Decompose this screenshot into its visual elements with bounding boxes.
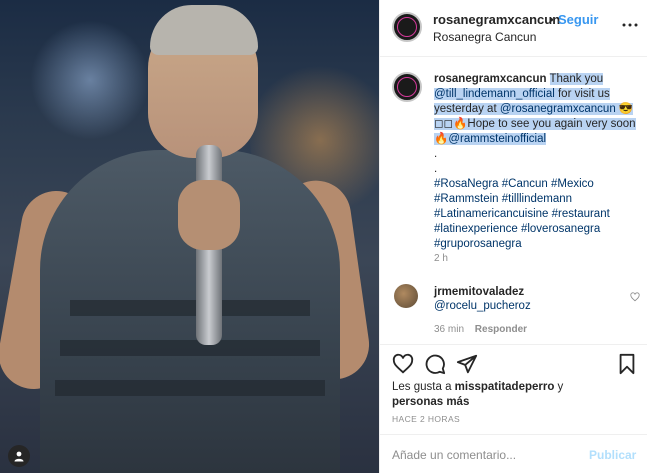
- user-silhouette-icon: [14, 451, 24, 462]
- logo-ring: [397, 77, 417, 97]
- follow-button[interactable]: Seguir: [558, 12, 598, 27]
- mention-link[interactable]: @rosanegramxcancun: [500, 103, 616, 115]
- caption-dot: .: [434, 163, 438, 175]
- performer-hand: [178, 180, 240, 250]
- action-bar: [380, 344, 647, 380]
- post-side-panel: rosanegramxcancun • Seguir Rosanegra Can…: [379, 0, 647, 473]
- vest-strap: [60, 340, 320, 356]
- performer-hair: [150, 5, 258, 55]
- vest-strap: [70, 300, 310, 316]
- separator-dot: •: [549, 12, 554, 27]
- mention-link[interactable]: @rammsteinofficial: [448, 133, 546, 145]
- hashtag-line[interactable]: #gruporosanegra: [434, 238, 522, 250]
- hashtag-line[interactable]: #latinexperience #loverosanegra: [434, 223, 600, 235]
- caption-username[interactable]: rosanegramxcancun: [434, 73, 547, 85]
- publish-button[interactable]: Publicar: [589, 448, 636, 462]
- hashtag-line[interactable]: #Latinamericancuisine #restaurant: [434, 208, 610, 220]
- comment-mention[interactable]: @rocelu_pucheroz: [434, 300, 531, 312]
- caption-dot: .: [434, 148, 438, 160]
- comment-meta: 36 min Responder: [434, 324, 527, 335]
- add-comment-input[interactable]: [392, 445, 582, 465]
- likes-others-link[interactable]: personas más: [392, 396, 469, 408]
- post-header: rosanegramxcancun • Seguir Rosanegra Can…: [380, 0, 647, 57]
- more-options-icon[interactable]: [622, 14, 638, 32]
- likes-prefix: Les gusta a: [392, 381, 455, 393]
- post-date[interactable]: HACE 2 HORAS: [392, 414, 460, 424]
- comment-timestamp[interactable]: 36 min: [434, 324, 464, 335]
- vest-strap: [55, 380, 325, 396]
- commenter-username[interactable]: jrmemitovaladez: [434, 286, 524, 298]
- like-heart-icon[interactable]: [392, 353, 414, 375]
- commenter-avatar[interactable]: [394, 284, 418, 308]
- caption-text: rosanegramxcancun Thank you @till_lindem…: [434, 72, 640, 252]
- comment-bubble-icon[interactable]: [424, 353, 446, 375]
- location-link[interactable]: Rosanegra Cancun: [433, 30, 536, 44]
- caption-timestamp[interactable]: 2 h: [434, 253, 448, 264]
- profile-avatar[interactable]: [392, 12, 422, 42]
- comment-like-heart-icon[interactable]: [630, 292, 640, 302]
- save-bookmark-icon[interactable]: [616, 353, 638, 375]
- caption-avatar[interactable]: [392, 72, 422, 102]
- hashtag-line[interactable]: #RosaNegra #Cancun #Mexico: [434, 178, 594, 190]
- mention-link[interactable]: @till_lindemann_official: [434, 88, 555, 100]
- header-username[interactable]: rosanegramxcancun: [433, 12, 560, 27]
- reply-button[interactable]: Responder: [475, 324, 527, 335]
- more-horizontal-icon: [622, 23, 638, 27]
- tagged-user-icon[interactable]: [8, 445, 30, 467]
- share-paper-plane-icon[interactable]: [456, 353, 478, 375]
- hashtag-line[interactable]: #Rammstein #tilllindemann: [434, 193, 572, 205]
- add-comment-bar: Publicar: [380, 434, 647, 473]
- logo-ring: [397, 17, 417, 37]
- caption-text-segment: Thank you: [549, 73, 604, 85]
- stage-light-blue: [30, 20, 150, 140]
- likes-summary: Les gusta a misspatitadeperro y personas…: [392, 380, 638, 410]
- likes-suffix: y: [554, 381, 564, 393]
- liker-username[interactable]: misspatitadeperro: [455, 381, 555, 393]
- post-photo[interactable]: [0, 0, 379, 473]
